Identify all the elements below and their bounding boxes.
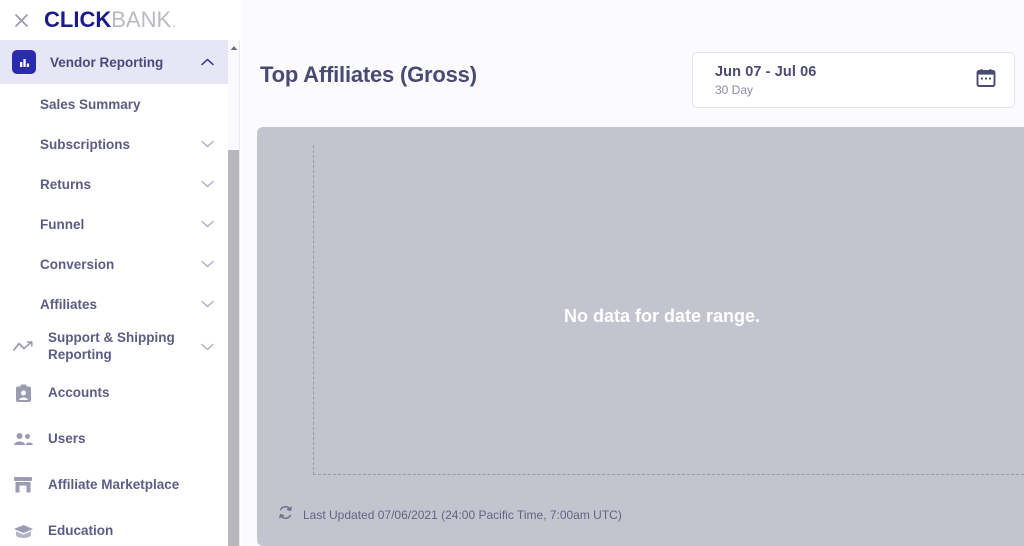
id-badge-icon bbox=[10, 380, 36, 406]
date-range-text: Jun 07 - Jul 06 30 Day bbox=[715, 64, 976, 97]
date-range-preset: 30 Day bbox=[715, 82, 754, 97]
sidebar: Vendor Reporting Sales Summary Subscript… bbox=[0, 40, 240, 546]
sidebar-item-affiliates[interactable]: Affiliates bbox=[0, 284, 228, 324]
logo-primary-text: CLICK bbox=[44, 7, 112, 32]
sidebar-item-returns[interactable]: Returns bbox=[0, 164, 228, 204]
chevron-down-icon[interactable] bbox=[201, 180, 214, 188]
bar-chart-icon bbox=[12, 50, 36, 74]
sidebar-item-label: Conversion bbox=[40, 256, 115, 272]
sidebar-item-sales-summary[interactable]: Sales Summary bbox=[0, 84, 228, 124]
logo-secondary-text: BANK bbox=[111, 7, 172, 32]
sidebar-item-label: Subscriptions bbox=[40, 136, 131, 152]
chevron-up-icon[interactable] bbox=[201, 58, 214, 66]
app-root: CLICK BANK. Vendor Reporting Sales Summa… bbox=[0, 0, 1024, 546]
calendar-icon[interactable] bbox=[976, 68, 996, 93]
page-title: Top Affiliates (Gross) bbox=[260, 62, 477, 87]
sidebar-scrollbar[interactable] bbox=[228, 40, 239, 546]
sidebar-item-affiliate-marketplace[interactable]: Affiliate Marketplace bbox=[0, 462, 228, 508]
people-icon bbox=[10, 426, 36, 452]
sidebar-item-subscriptions[interactable]: Subscriptions bbox=[0, 124, 228, 164]
logo-dot: . bbox=[172, 14, 176, 30]
chevron-down-icon[interactable] bbox=[201, 300, 214, 308]
chevron-down-icon[interactable] bbox=[201, 343, 214, 351]
main-content: Top Affiliates (Gross) Jun 07 - Jul 06 3… bbox=[241, 0, 1024, 546]
graduation-cap-icon bbox=[10, 518, 36, 544]
sidebar-item-label: Vendor Reporting bbox=[50, 54, 164, 70]
sidebar-item-funnel[interactable]: Funnel bbox=[0, 204, 228, 244]
sidebar-item-label: Affiliates bbox=[40, 296, 98, 312]
sidebar-item-users[interactable]: Users bbox=[0, 416, 228, 462]
no-data-overlay: No data for date range. bbox=[257, 127, 1024, 546]
sidebar-item-support-shipping-reporting[interactable]: Support & Shipping Reporting bbox=[0, 324, 228, 370]
storefront-icon bbox=[10, 472, 36, 498]
sidebar-item-accounts[interactable]: Accounts bbox=[0, 370, 228, 416]
sidebar-item-vendor-reporting[interactable]: Vendor Reporting bbox=[0, 40, 228, 84]
caret-up-icon[interactable] bbox=[228, 42, 239, 54]
close-icon[interactable] bbox=[8, 7, 34, 33]
sidebar-item-label: Affiliate Marketplace bbox=[48, 476, 180, 492]
sidebar-item-conversion[interactable]: Conversion bbox=[0, 244, 228, 284]
clickbank-logo[interactable]: CLICK BANK. bbox=[44, 7, 176, 33]
date-range-picker[interactable]: Jun 07 - Jul 06 30 Day bbox=[692, 52, 1015, 108]
main-header: Top Affiliates (Gross) Jun 07 - Jul 06 3… bbox=[241, 0, 1024, 127]
chevron-down-icon[interactable] bbox=[201, 220, 214, 228]
sidebar-item-label: Education bbox=[48, 522, 114, 538]
sidebar-item-label: Users bbox=[48, 430, 86, 446]
top-bar: CLICK BANK. bbox=[0, 0, 240, 40]
sidebar-item-education[interactable]: Education bbox=[0, 508, 228, 546]
no-data-message: No data for date range. bbox=[563, 306, 761, 326]
date-range-value: Jun 07 - Jul 06 bbox=[715, 63, 817, 80]
sidebar-item-label: Support & Shipping Reporting bbox=[48, 330, 175, 362]
sidebar-scroll-area: Vendor Reporting Sales Summary Subscript… bbox=[0, 40, 228, 546]
chevron-down-icon[interactable] bbox=[201, 260, 214, 268]
sidebar-item-label: Accounts bbox=[48, 384, 110, 400]
sidebar-item-label: Returns bbox=[40, 176, 92, 192]
sidebar-scrollbar-thumb[interactable] bbox=[228, 150, 239, 546]
sidebar-item-label: Sales Summary bbox=[40, 96, 141, 112]
trending-line-icon bbox=[10, 334, 36, 360]
chevron-down-icon[interactable] bbox=[201, 140, 214, 148]
sidebar-item-label: Funnel bbox=[40, 216, 85, 232]
